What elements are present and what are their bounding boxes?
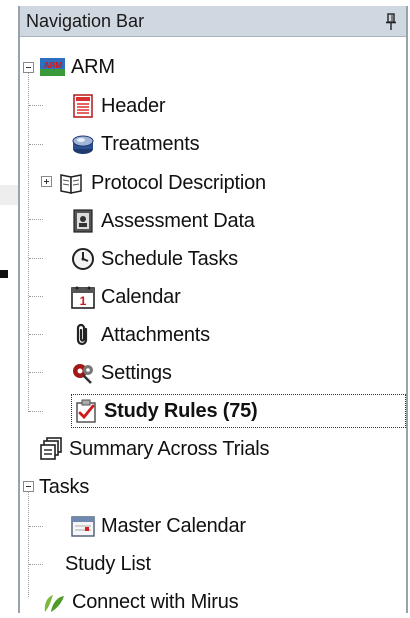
navigation-bar-header: Navigation Bar xyxy=(20,6,406,37)
tree-node-study-rules[interactable]: Study Rules (75) xyxy=(71,394,406,428)
clock-icon xyxy=(72,248,94,270)
tree-line xyxy=(29,296,43,297)
tree-node-assessment-data[interactable]: Assessment Data xyxy=(71,205,255,237)
tree-node-schedule-tasks[interactable]: Schedule Tasks xyxy=(71,243,238,275)
tree-node-label: Header xyxy=(101,94,166,117)
tree-line xyxy=(28,492,29,597)
treatments-icon xyxy=(72,135,94,154)
paperclip-icon xyxy=(76,323,88,346)
calendar-icon: 1 xyxy=(71,286,95,309)
background-mark xyxy=(0,270,8,278)
navigation-bar-panel: Navigation Bar ARM ARM Header Treatments… xyxy=(18,6,408,613)
tree-node-label: Tasks xyxy=(39,475,90,498)
tree-node-label: Settings xyxy=(101,361,172,384)
tree-line xyxy=(29,564,43,565)
tree-node-label: Connect with Mirus xyxy=(72,590,239,613)
tree-line xyxy=(29,372,43,373)
tasks-collapse-toggle[interactable] xyxy=(23,481,34,492)
header-icon xyxy=(73,94,93,118)
pin-icon[interactable] xyxy=(384,13,398,31)
arm-logo-icon: ARM xyxy=(40,58,65,76)
master-calendar-icon xyxy=(71,516,95,537)
tree-node-protocol-description[interactable]: Protocol Description xyxy=(57,167,266,199)
tree-node-settings[interactable]: Settings xyxy=(71,357,172,389)
tree-node-label: Summary Across Trials xyxy=(69,437,270,460)
book-icon xyxy=(60,174,82,194)
tree-node-arm[interactable]: ARM ARM xyxy=(39,51,115,83)
panel-title: Navigation Bar xyxy=(26,11,145,31)
assessment-data-icon xyxy=(73,209,93,233)
tree-node-connect-with-mirus[interactable]: Connect with Mirus xyxy=(42,586,239,618)
protocol-expand-toggle[interactable] xyxy=(41,176,52,187)
svg-text:ARM: ARM xyxy=(44,61,63,70)
tree-node-label: Protocol Description xyxy=(91,171,266,194)
summary-icon xyxy=(40,437,62,460)
tree-node-study-list[interactable]: Study List xyxy=(65,548,151,580)
tree-line xyxy=(29,526,43,527)
tree-node-label: Attachments xyxy=(101,323,210,346)
leaf-icon xyxy=(44,595,64,612)
tree-node-label: Assessment Data xyxy=(101,209,255,232)
tree-node-master-calendar[interactable]: Master Calendar xyxy=(71,510,246,542)
tree-node-attachments[interactable]: Attachments xyxy=(71,319,210,351)
tree-line xyxy=(29,334,43,335)
tree-node-label: ARM xyxy=(71,55,115,78)
tree-node-label: Master Calendar xyxy=(101,514,246,537)
settings-icon xyxy=(73,364,93,384)
tree-node-treatments[interactable]: Treatments xyxy=(71,128,200,160)
clipboard-check-icon xyxy=(76,399,96,423)
tree-node-label: Study List xyxy=(65,552,151,575)
tree-node-tasks[interactable]: Tasks xyxy=(39,471,89,503)
tree-node-calendar[interactable]: 1 Calendar xyxy=(71,281,181,313)
tree-line xyxy=(29,105,43,106)
tree-line xyxy=(29,144,43,145)
tree-node-summary-across-trials[interactable]: Summary Across Trials xyxy=(39,433,269,465)
tree-line xyxy=(28,72,29,412)
tree-line xyxy=(29,411,43,412)
tree-line xyxy=(29,258,43,259)
tree-node-header[interactable]: Header xyxy=(71,90,166,122)
arm-collapse-toggle[interactable] xyxy=(23,62,34,73)
svg-text:1: 1 xyxy=(80,294,87,308)
tree-node-label: Study Rules (75) xyxy=(104,399,258,422)
tree-line xyxy=(29,219,43,220)
tree-node-label: Treatments xyxy=(101,132,200,155)
tree-node-label: Calendar xyxy=(101,285,181,308)
tree-node-label: Schedule Tasks xyxy=(101,247,238,270)
navigation-tree: ARM ARM Header Treatments Protocol Descr… xyxy=(20,37,406,613)
background-strip xyxy=(0,185,18,205)
